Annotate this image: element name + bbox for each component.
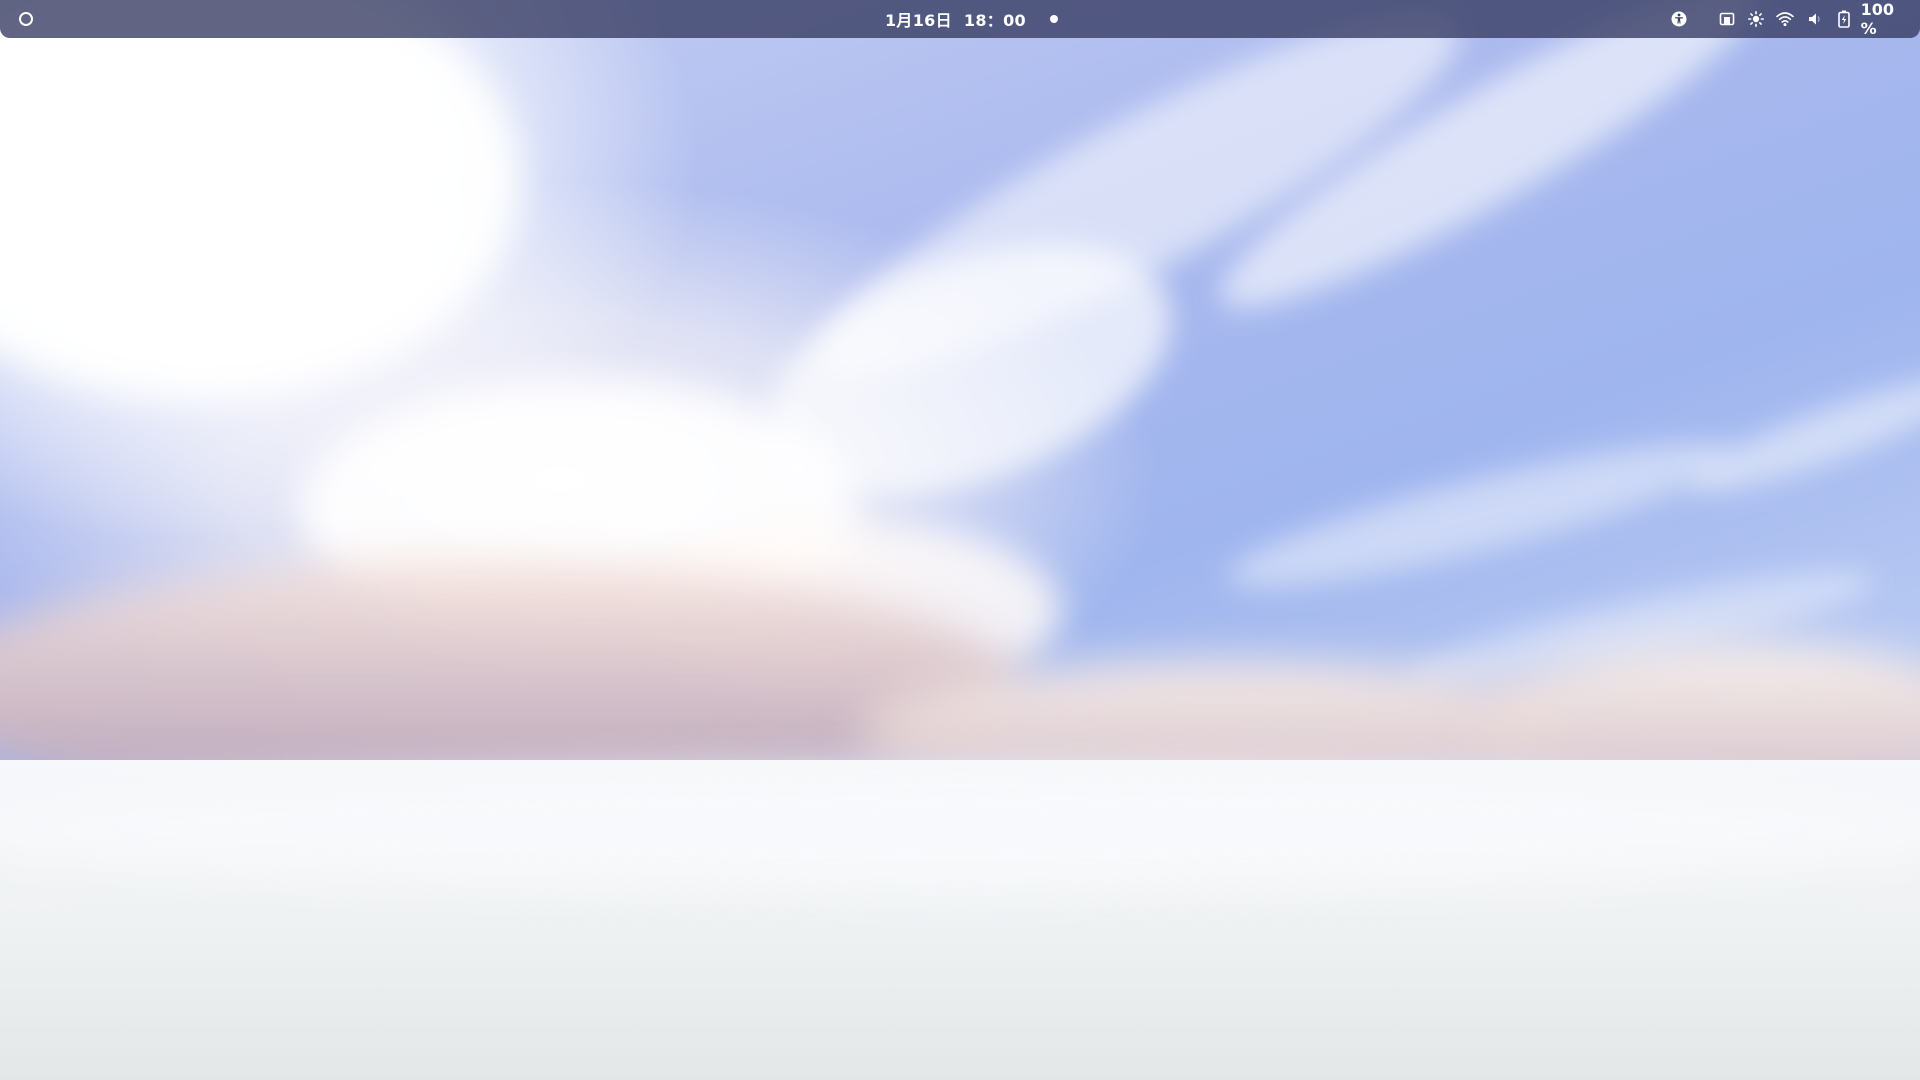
system-status-menu[interactable]: 100 %: [1708, 0, 1914, 38]
top-panel: 1月16日 18：00 100 %: [0, 0, 1920, 38]
clock-button[interactable]: 1月16日 18：00: [885, 7, 1026, 31]
activities-circle-icon: [19, 12, 33, 26]
volume-icon: [1804, 8, 1825, 30]
accessibility-menu-button[interactable]: [1668, 8, 1690, 30]
notification-dot-icon: [1050, 15, 1058, 23]
clock-time: 18：00: [963, 11, 1026, 30]
accessibility-icon: [1671, 11, 1687, 27]
clock-date: 1月16日: [885, 11, 952, 30]
screen-share-icon: [1716, 8, 1737, 30]
battery-percentage: 100 %: [1860, 0, 1895, 38]
desktop-wallpaper: [0, 0, 1920, 1080]
activities-button[interactable]: [12, 7, 40, 31]
battery-icon: [1833, 8, 1854, 30]
wifi-icon: [1775, 8, 1796, 30]
brightness-icon: [1745, 8, 1766, 30]
